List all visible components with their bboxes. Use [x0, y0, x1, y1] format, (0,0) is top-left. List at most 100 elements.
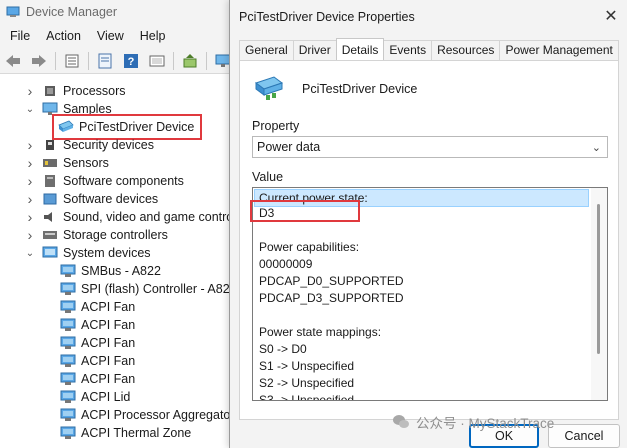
chevron-right-icon[interactable]: ›	[24, 137, 36, 153]
toolbar-separator	[88, 51, 89, 70]
chevron-right-icon[interactable]: ›	[24, 227, 36, 243]
value-scrollbar[interactable]	[591, 188, 607, 400]
tree-item-label: Sensors	[63, 156, 109, 170]
tree-item[interactable]: ACPI Fan	[42, 316, 135, 334]
tree-item[interactable]: ACPI Fan	[42, 334, 135, 352]
forward-icon[interactable]	[28, 51, 50, 71]
menu-help[interactable]: Help	[132, 29, 174, 43]
tree-item[interactable]: › Security devices	[24, 136, 154, 154]
system-device-icon	[60, 354, 76, 367]
tree-item-label: ACPI Fan	[81, 336, 136, 350]
chevron-down-icon[interactable]: ⌄	[24, 103, 36, 115]
cancel-button[interactable]: Cancel	[548, 424, 620, 448]
close-icon[interactable]: ✕	[603, 8, 619, 25]
system-icon	[42, 246, 58, 258]
tab-details[interactable]: Details	[335, 38, 385, 60]
dialog-title: PciTestDriver Device Properties	[239, 10, 415, 24]
value-line[interactable]: S3 -> Unspecified	[259, 393, 354, 400]
tree-item-label: Samples	[63, 102, 112, 116]
security-icon	[46, 140, 54, 150]
system-device-icon	[60, 408, 76, 421]
tab-events[interactable]: Events	[383, 40, 433, 60]
dm-title: Device Manager	[26, 5, 118, 19]
menu-view[interactable]: View	[89, 29, 132, 43]
tree-item[interactable]: › Processors	[24, 82, 126, 100]
tree-item-label: ACPI Processor Aggregator	[81, 408, 232, 422]
tree-item[interactable]: ACPI Fan	[42, 352, 135, 370]
menu-action[interactable]: Action	[38, 29, 89, 43]
tree-item-label: SMBus - A822	[81, 264, 161, 278]
tab-power-management[interactable]: Power Management	[499, 40, 619, 60]
tree-item-label: PciTestDriver Device	[79, 120, 195, 134]
scan-hardware-icon[interactable]	[146, 51, 168, 71]
system-device-icon	[60, 390, 76, 403]
value-label: Value	[252, 170, 284, 184]
system-device-icon	[60, 282, 76, 295]
tree-item[interactable]: › Software components	[24, 172, 184, 190]
help-icon[interactable]: ?	[120, 51, 142, 71]
chevron-right-icon[interactable]: ›	[24, 209, 36, 225]
back-icon[interactable]	[2, 51, 24, 71]
tree-item-label: ACPI Thermal Zone	[81, 426, 192, 440]
system-device-icon	[60, 300, 76, 313]
properties-icon[interactable]	[94, 51, 116, 71]
tree-item[interactable]: › Software devices	[24, 190, 159, 208]
chevron-right-icon[interactable]: ›	[24, 173, 36, 189]
speaker-icon	[44, 212, 52, 222]
tree-item[interactable]: ACPI Lid	[42, 388, 130, 406]
tree-item-label: SPI (flash) Controller - A823	[81, 282, 232, 296]
tree-item-label: Software components	[63, 174, 184, 188]
tree-item[interactable]: › Storage controllers	[24, 226, 168, 244]
tree-item-label: System devices	[63, 246, 151, 260]
update-driver-icon[interactable]	[179, 51, 201, 71]
value-line[interactable]: Power state mappings:	[259, 325, 381, 339]
tree-item[interactable]: SPI (flash) Controller - A823	[42, 280, 232, 298]
storage-icon	[43, 231, 57, 239]
value-line[interactable]: PDCAP_D0_SUPPORTED	[259, 274, 404, 288]
tree-item[interactable]: PciTestDriver Device	[51, 114, 203, 140]
tab-general[interactable]: General	[239, 40, 294, 60]
scrollbar-thumb[interactable]	[597, 204, 600, 354]
value-line[interactable]: PDCAP_D3_SUPPORTED	[259, 291, 404, 305]
value-line[interactable]: S2 -> Unspecified	[259, 376, 354, 390]
chevron-down-icon[interactable]: ⌄	[24, 247, 36, 259]
tab-driver[interactable]: Driver	[292, 40, 337, 60]
value-line[interactable]: Power capabilities:	[259, 240, 359, 254]
system-device-icon	[60, 426, 76, 439]
menu-file[interactable]: File	[2, 29, 38, 43]
network-device-icon	[254, 76, 284, 100]
sensor-icon	[43, 159, 57, 167]
details-panel: PciTestDriver Device Property Power data…	[239, 60, 619, 420]
tree-item[interactable]: ACPI Thermal Zone	[42, 424, 191, 442]
component-icon	[45, 175, 55, 187]
tree-item-label: ACPI Fan	[81, 354, 136, 368]
tree-item[interactable]: ACPI Fan	[42, 298, 135, 316]
tree-item[interactable]: ⌄ System devices	[24, 244, 151, 262]
system-device-icon	[60, 372, 76, 385]
svg-text:?: ?	[128, 56, 135, 68]
monitor-icon	[42, 102, 58, 115]
tree-item-label: ACPI Fan	[81, 372, 136, 386]
value-line[interactable]: 00000009	[259, 257, 312, 271]
toolbar-separator	[206, 51, 207, 70]
properties-view-icon[interactable]	[61, 51, 83, 71]
property-select[interactable]: Power data ⌄	[252, 136, 608, 158]
tab-resources[interactable]: Resources	[431, 40, 501, 60]
tree-item-label: ACPI Fan	[81, 300, 136, 314]
tree-item[interactable]: ACPI Processor Aggregator	[42, 406, 232, 424]
device-manager-app-icon	[6, 6, 20, 17]
property-select-value: Power data	[257, 140, 321, 154]
value-line[interactable]: S1 -> Unspecified	[259, 359, 354, 373]
network-device-icon	[58, 120, 74, 132]
tree-item[interactable]: SMBus - A822	[42, 262, 161, 280]
value-line[interactable]: S0 -> D0	[259, 342, 307, 356]
tree-item-label: ACPI Fan	[81, 318, 136, 332]
chevron-right-icon[interactable]: ›	[24, 191, 36, 207]
chevron-right-icon[interactable]: ›	[24, 83, 36, 99]
processor-icon	[45, 86, 55, 96]
properties-dialog: PciTestDriver Device Properties ✕ Genera…	[229, 0, 627, 448]
tree-item[interactable]: › Sound, video and game controllers	[24, 208, 232, 226]
chevron-right-icon[interactable]: ›	[24, 155, 36, 171]
tree-item[interactable]: ACPI Fan	[42, 370, 135, 388]
tree-item[interactable]: › Sensors	[24, 154, 109, 172]
